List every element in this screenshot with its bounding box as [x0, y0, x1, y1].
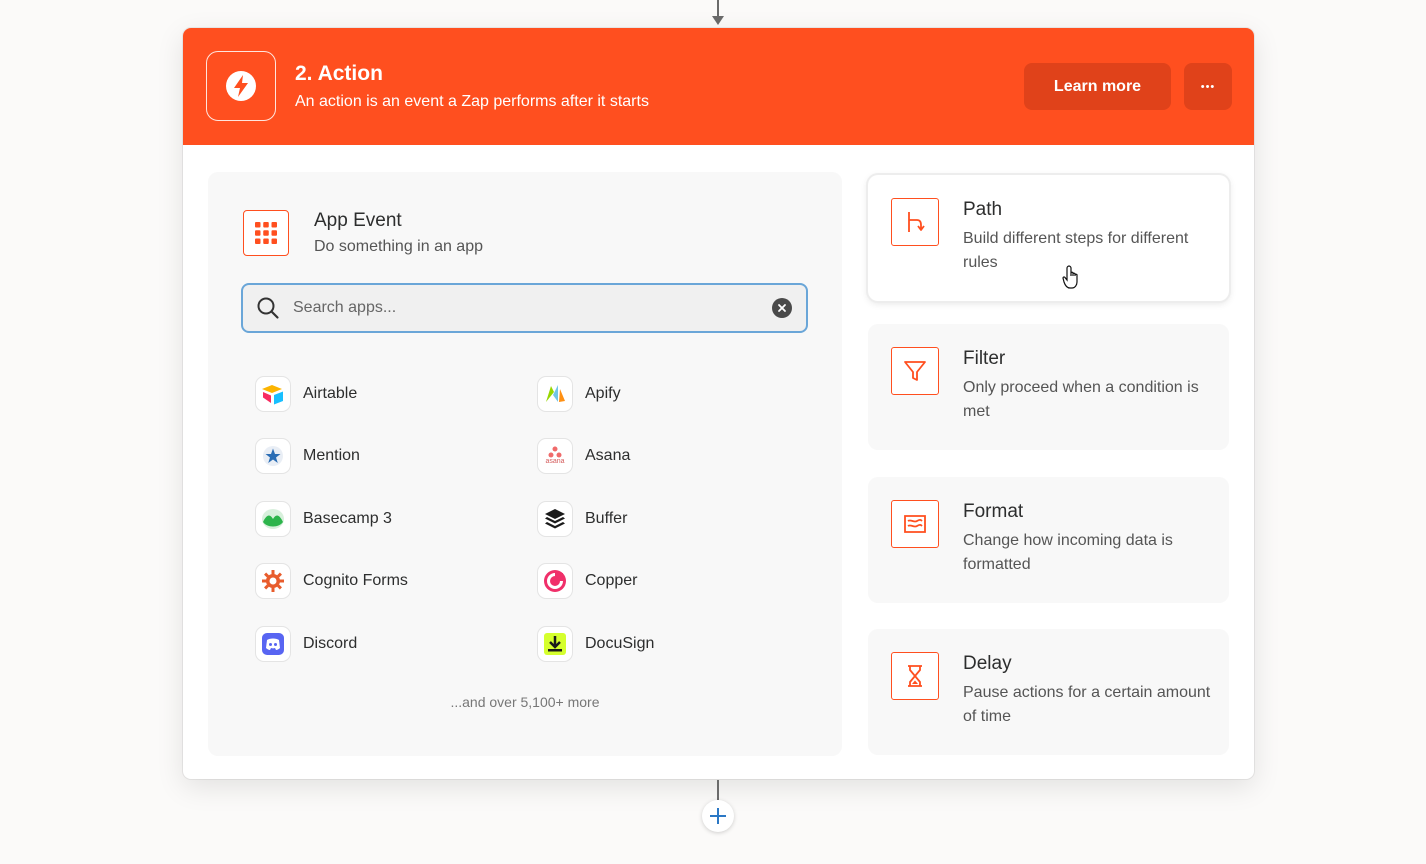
discord-icon	[256, 627, 290, 661]
tool-title: Format	[963, 501, 1024, 522]
app-name: DocuSign	[585, 635, 655, 652]
copper-icon	[538, 564, 572, 598]
more-apps-text: ...and over 5,100+ more	[450, 694, 600, 710]
app-item-copper[interactable]: Copper	[538, 561, 637, 601]
app-item-docusign[interactable]: DocuSign	[538, 624, 654, 664]
app-item-buffer[interactable]: Buffer	[538, 499, 627, 539]
app-name: Buffer	[585, 510, 628, 527]
app-item-apify[interactable]: Apify	[538, 374, 621, 414]
app-item-cognito-forms[interactable]: Cognito Forms	[256, 561, 408, 601]
add-step-button[interactable]	[702, 800, 734, 832]
tool-title: Path	[963, 199, 1003, 220]
tool-card-filter[interactable]: Filter Only proceed when a condition is …	[868, 324, 1229, 450]
more-options-button[interactable]: •••	[1184, 63, 1232, 110]
app-name: Airtable	[303, 385, 358, 402]
app-name: Copper	[585, 572, 638, 589]
app-name: Basecamp 3	[303, 510, 392, 527]
connector-arrow-down-icon	[712, 16, 724, 25]
app-item-basecamp[interactable]: Basecamp 3	[256, 499, 392, 539]
clear-search-icon[interactable]	[772, 298, 792, 318]
hand-pointer-cursor-icon	[1062, 265, 1078, 289]
connector-line-bottom	[717, 780, 719, 800]
step-title: 2. Action	[295, 62, 383, 85]
app-name: Discord	[303, 635, 358, 652]
cognito-forms-icon	[256, 564, 290, 598]
action-step-card: 2. Action An action is an event a Zap pe…	[183, 28, 1254, 779]
buffer-icon	[538, 502, 572, 536]
search-apps-field[interactable]	[241, 283, 808, 333]
search-icon	[255, 295, 281, 321]
app-name: Apify	[585, 385, 621, 402]
path-icon	[891, 198, 939, 246]
action-step-header: 2. Action An action is an event a Zap pe…	[183, 28, 1254, 145]
app-item-airtable[interactable]: Airtable	[256, 374, 357, 414]
tool-description: Only proceed when a condition is met	[963, 379, 1199, 420]
app-name: Cognito Forms	[303, 572, 408, 589]
tool-title: Delay	[963, 653, 1012, 674]
format-icon	[891, 500, 939, 548]
app-grid-icon	[243, 210, 289, 256]
hourglass-icon	[891, 652, 939, 700]
learn-more-button[interactable]: Learn more	[1024, 63, 1171, 110]
app-name: Mention	[303, 447, 360, 464]
basecamp-icon	[256, 502, 290, 536]
airtable-icon	[256, 377, 290, 411]
mention-icon	[256, 439, 290, 473]
app-item-asana[interactable]: asana Asana	[538, 436, 630, 476]
docusign-icon	[538, 627, 572, 661]
tool-description: Build different steps for different rule…	[963, 230, 1189, 271]
plus-icon	[710, 808, 726, 824]
step-subtitle: An action is an event a Zap performs aft…	[295, 93, 649, 110]
app-event-subtitle: Do something in an app	[314, 238, 483, 255]
filter-icon	[891, 347, 939, 395]
tool-card-format[interactable]: Format Change how incoming data is forma…	[868, 477, 1229, 603]
tool-description: Change how incoming data is formatted	[963, 532, 1173, 573]
asana-icon: asana	[538, 439, 572, 473]
ellipsis-icon: •••	[1200, 80, 1216, 93]
app-item-mention[interactable]: Mention	[256, 436, 360, 476]
app-item-discord[interactable]: Discord	[256, 624, 357, 664]
asana-logo-text: asana	[545, 458, 565, 465]
app-event-title: App Event	[314, 210, 402, 231]
tool-title: Filter	[963, 348, 1006, 369]
apify-icon	[538, 377, 572, 411]
app-event-panel: App Event Do something in an app Airtabl…	[208, 172, 842, 756]
lightning-bolt-icon	[206, 51, 276, 121]
tool-card-path[interactable]: Path Build different steps for different…	[868, 175, 1229, 301]
tool-card-delay[interactable]: Delay Pause actions for a certain amount…	[868, 629, 1229, 755]
tool-description: Pause actions for a certain amount of ti…	[963, 684, 1211, 725]
app-name: Asana	[585, 447, 631, 464]
search-apps-input[interactable]	[291, 287, 772, 329]
